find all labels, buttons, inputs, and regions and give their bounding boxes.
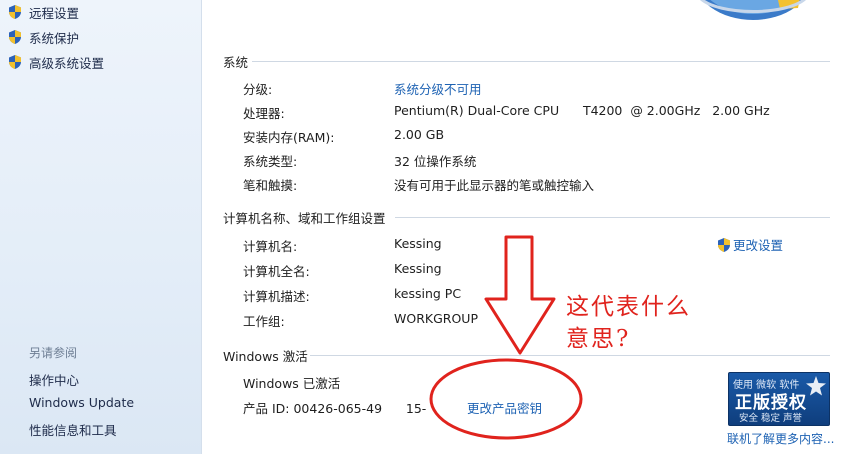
system-type-value: 32 位操作系统: [394, 154, 477, 169]
computer-name-label: 计算机名:: [243, 239, 298, 254]
processor-value: Pentium(R) Dual-Core CPU T4200 @ 2.00GHz…: [394, 103, 770, 118]
activation-section-title: Windows 激活: [223, 349, 308, 364]
rating-unavailable-link[interactable]: 系统分级不可用: [394, 79, 482, 98]
ram-label: 安装内存(RAM):: [243, 130, 335, 145]
product-id: 产品 ID: 00426-065-49 15-: [243, 401, 427, 416]
annotation-line-2: 意思?: [566, 326, 631, 352]
performance-info-link[interactable]: 性能信息和工具: [29, 420, 117, 439]
action-center-link[interactable]: 操作中心: [29, 370, 79, 389]
learn-more-online-link[interactable]: 联机了解更多内容...: [727, 430, 834, 447]
section-divider: [395, 217, 830, 218]
uac-shield-icon: [9, 30, 21, 44]
pen-touch-label: 笔和触摸:: [243, 178, 298, 193]
left-nav-panel: 远程设置 系统保护 高级系统设置 另请参阅 操作中心 Windows Updat…: [0, 0, 202, 454]
system-type-label: 系统类型:: [243, 154, 298, 169]
pen-touch-value: 没有可用于此显示器的笔或触控输入: [394, 178, 595, 193]
badge-sub-text: 安全 稳定 声誉: [739, 413, 803, 424]
processor-label: 处理器:: [243, 106, 285, 121]
system-protection-label: 系统保护: [29, 30, 80, 46]
workgroup-value: WORKGROUP: [394, 311, 478, 326]
ram-value: 2.00 GB: [394, 127, 445, 142]
change-settings-button[interactable]: 更改设置: [716, 235, 783, 254]
red-circle-highlight: [429, 358, 583, 440]
advanced-system-settings-label: 高级系统设置: [29, 55, 105, 71]
see-also-heading: 另请参阅: [29, 346, 78, 360]
computer-description-value: kessing PC: [394, 286, 462, 301]
down-arrow-icon: [484, 235, 556, 355]
remote-settings-link[interactable]: 远程设置: [7, 2, 79, 22]
uac-shield-icon: [9, 55, 21, 69]
workgroup-label: 工作组:: [243, 314, 285, 329]
windows-logo-icon: [700, 0, 806, 20]
annotation-line-1: 这代表什么: [566, 294, 691, 320]
activation-status: Windows 已激活: [243, 376, 341, 391]
star-icon: [806, 376, 826, 396]
genuine-microsoft-badge[interactable]: 使用 微软 软件 正版授权 安全 稳定 声誉: [728, 372, 830, 426]
handwritten-annotation: 这代表什么 意思?: [566, 291, 691, 355]
computer-name-value: Kessing: [394, 236, 442, 251]
computer-description-label: 计算机描述:: [243, 289, 310, 304]
system-section-title: 系统: [223, 55, 249, 70]
full-computer-name-label: 计算机全名:: [243, 264, 310, 279]
computer-name-section-title: 计算机名称、域和工作组设置: [223, 211, 386, 226]
change-settings-label: 更改设置: [733, 238, 784, 253]
uac-shield-icon: [9, 5, 21, 19]
rating-label: 分级:: [243, 82, 273, 97]
remote-settings-label: 远程设置: [29, 5, 80, 21]
section-divider: [252, 61, 830, 62]
advanced-system-settings-link[interactable]: 高级系统设置: [7, 52, 104, 72]
uac-shield-icon: [718, 237, 730, 252]
system-protection-link[interactable]: 系统保护: [7, 27, 79, 47]
windows-update-link[interactable]: Windows Update: [29, 395, 134, 410]
full-computer-name-value: Kessing: [394, 261, 442, 276]
